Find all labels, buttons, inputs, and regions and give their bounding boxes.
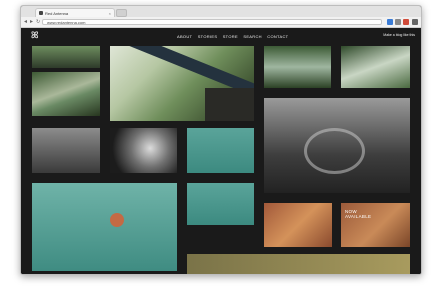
extension-icon-3[interactable] [403, 19, 409, 25]
photo-tile[interactable] [264, 46, 331, 88]
photo-tile[interactable] [264, 98, 410, 193]
nav-store[interactable]: STORE [223, 34, 238, 39]
photo-tile[interactable] [32, 128, 100, 173]
avail-label: NOW AVAILABLE [345, 209, 371, 219]
site-logo[interactable]: ꕤ [31, 31, 39, 40]
photo-tile[interactable] [32, 72, 100, 116]
nav-stories[interactable]: STORIES [198, 34, 218, 39]
site-nav: ABOUT STORIES STORE SEARCH CONTACT [177, 34, 292, 39]
address-bar[interactable]: www.redantenna.com [42, 19, 382, 25]
nav-search[interactable]: SEARCH [243, 34, 261, 39]
extension-icon-2[interactable] [395, 19, 401, 25]
photo-tile[interactable] [264, 203, 332, 247]
tab-bar: Red Antenna × [21, 6, 421, 18]
photo-tile[interactable] [110, 46, 254, 121]
nav-about[interactable]: ABOUT [177, 34, 192, 39]
photo-tile[interactable] [187, 183, 254, 225]
extension-icon[interactable] [387, 19, 393, 25]
blog-link[interactable]: Make a blog like this [383, 33, 415, 37]
menu-icon[interactable] [412, 19, 418, 25]
browser-toolbar: ◂ ▸ ↻ www.redantenna.com [21, 17, 421, 28]
new-tab-button[interactable] [116, 9, 127, 17]
site-page: ꕤ ABOUT STORIES STORE SEARCH CONTACT Mak… [21, 28, 421, 274]
avail-line-2: AVAILABLE [345, 214, 372, 219]
photo-tile[interactable] [341, 46, 410, 88]
favicon-icon [39, 11, 43, 15]
reload-button[interactable]: ↻ [36, 18, 40, 26]
photo-tile[interactable] [110, 128, 177, 173]
forward-button[interactable]: ▸ [30, 18, 33, 26]
photo-tile[interactable] [187, 254, 410, 274]
browser-window: Red Antenna × ◂ ▸ ↻ www.redantenna.com ꕤ… [20, 5, 422, 275]
photo-tile[interactable] [32, 46, 100, 68]
photo-tile[interactable] [32, 183, 177, 271]
nav-contact[interactable]: CONTACT [267, 34, 288, 39]
store-promo[interactable]: NOW AVAILABLE [341, 203, 410, 247]
photo-tile[interactable] [187, 128, 254, 173]
back-button[interactable]: ◂ [24, 18, 27, 26]
